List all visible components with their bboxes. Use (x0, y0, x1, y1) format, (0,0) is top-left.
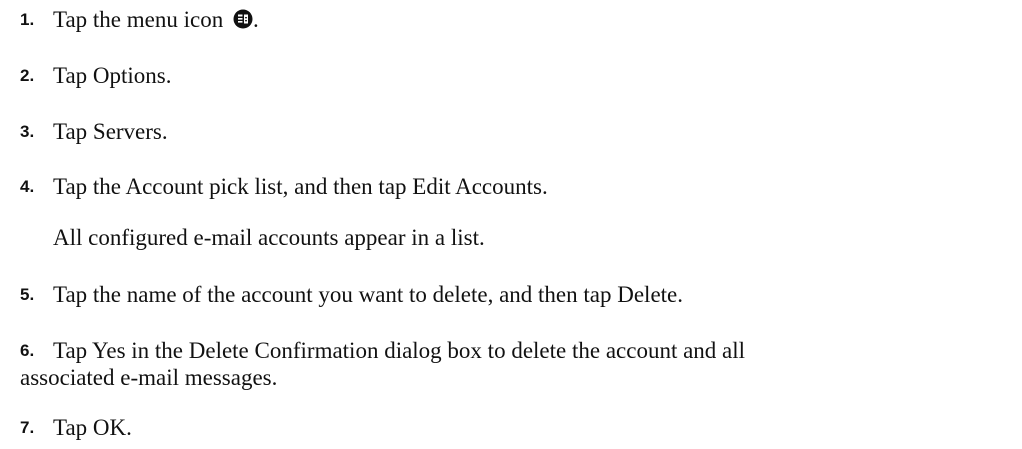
step-number: 7. (20, 418, 35, 437)
step-text: Tap the name of the account you want to … (53, 282, 684, 307)
step-number: 4. (20, 177, 35, 196)
step-number: 3. (20, 122, 35, 141)
step-note: All configured e-mail accounts appear in… (53, 225, 485, 250)
step-number: 5. (20, 285, 35, 304)
step-text: Tap OK. (53, 415, 132, 440)
step-number: 6. (20, 341, 35, 360)
step-text-before: Tap the menu icon (53, 7, 224, 32)
step-text: Tap the menu icon . (53, 5, 1003, 35)
step-text: Tap the Account pick list, and then tap … (53, 174, 548, 199)
step-text-line1: Tap Yes in the Delete Confirmation dialo… (53, 338, 746, 363)
step-text: Tap Servers. (53, 119, 168, 144)
step-number: 1. (20, 10, 35, 29)
step-number: 2. (20, 66, 35, 85)
step-text: Tap Options. (53, 63, 172, 88)
step-text-line2: associated e-mail messages. (20, 365, 278, 390)
menu-icon (233, 9, 253, 29)
step-text-after: . (252, 7, 259, 32)
